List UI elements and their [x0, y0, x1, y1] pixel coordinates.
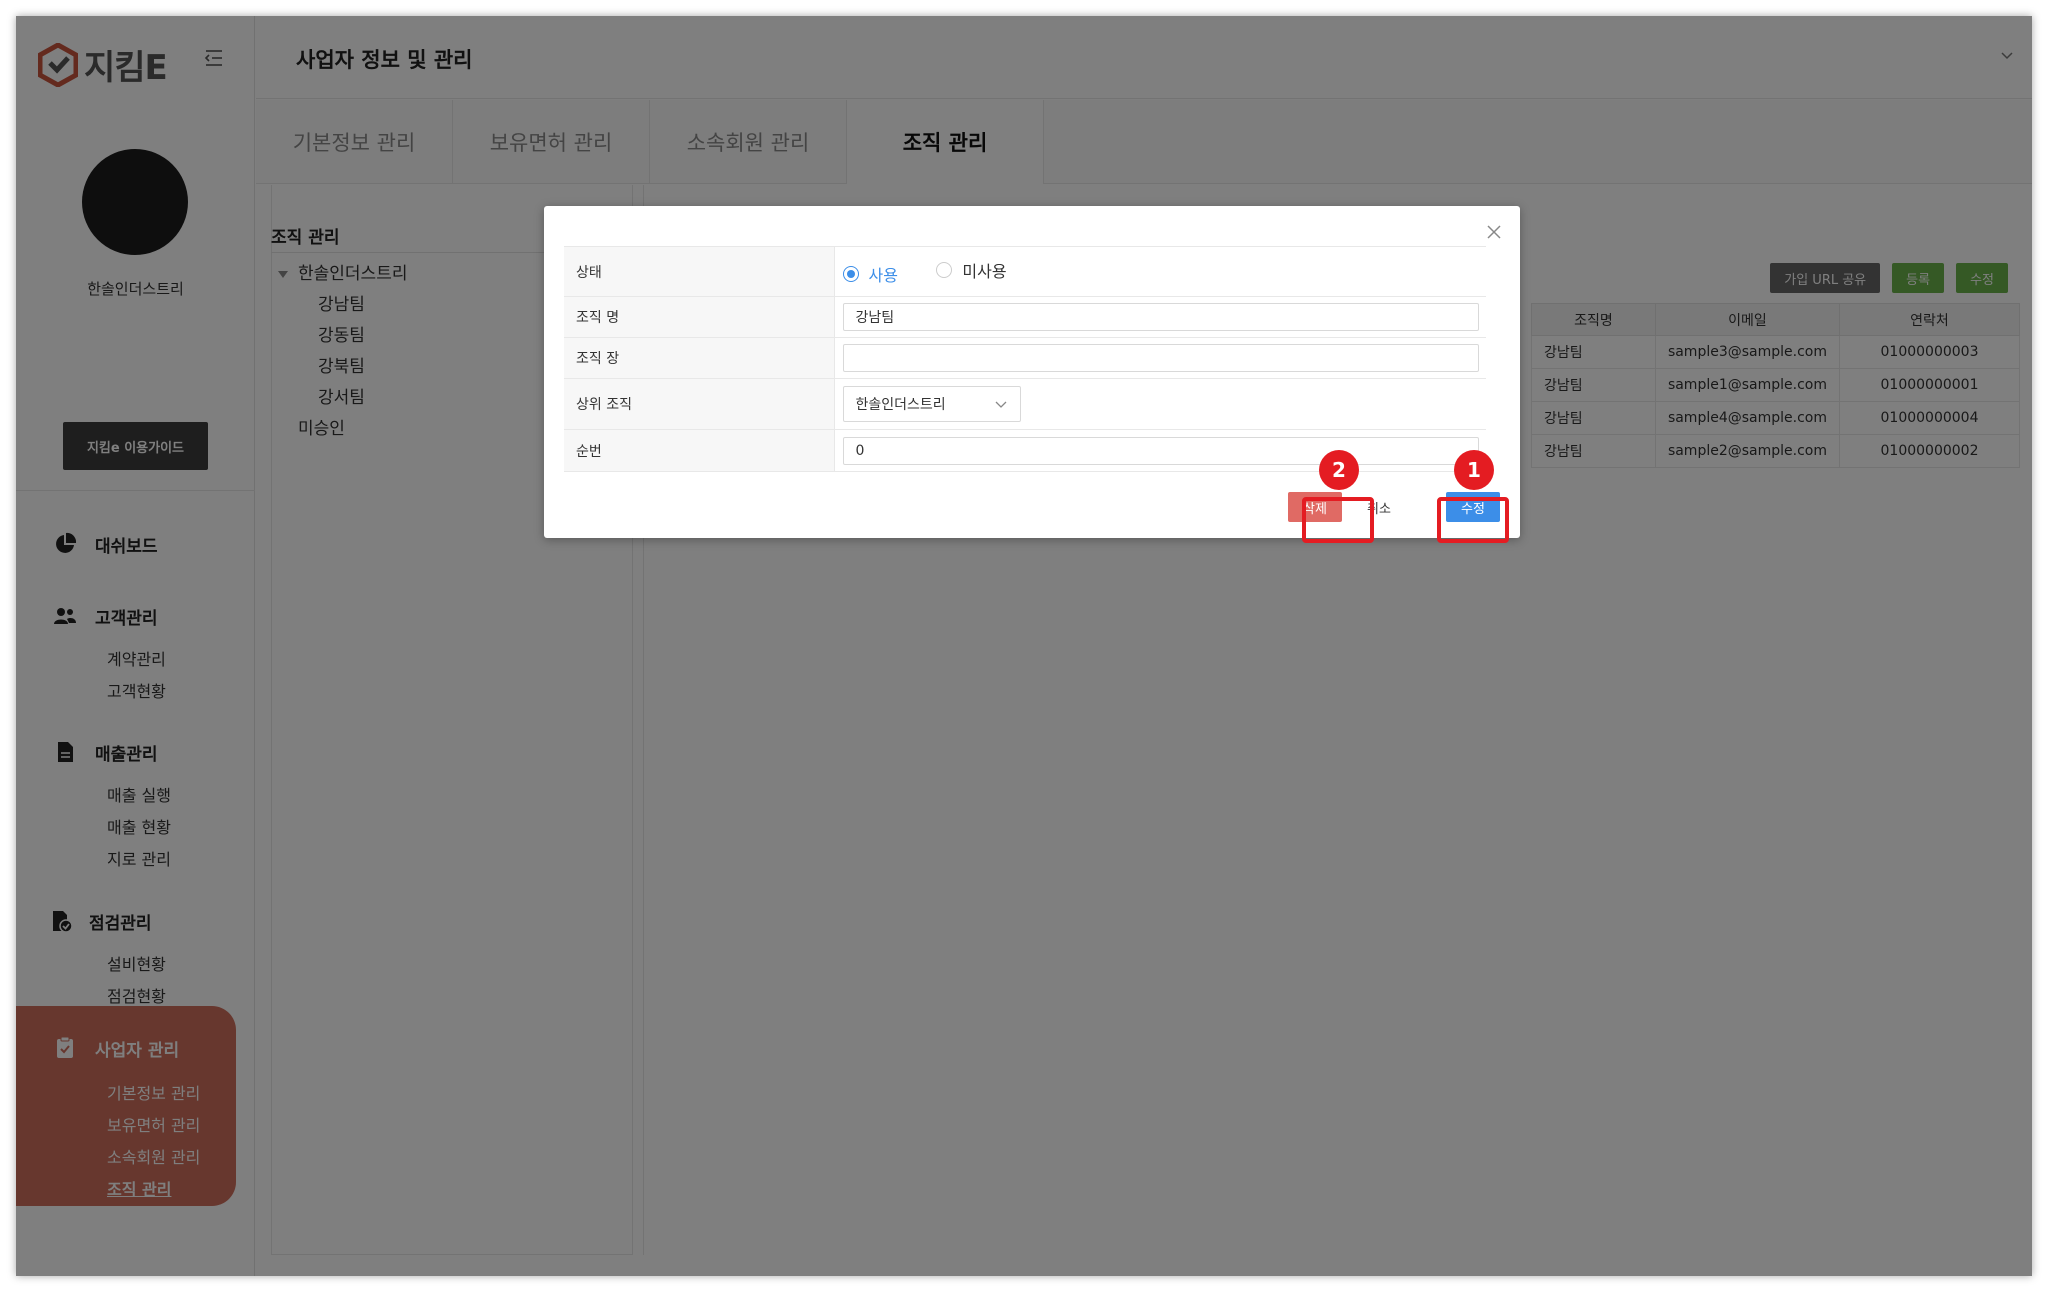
org-name-input[interactable] — [842, 303, 1479, 331]
step-badge-delete: 2 — [1319, 450, 1359, 490]
parent-org-select[interactable]: 한솔인더스트리 — [842, 386, 1021, 422]
modal-backdrop[interactable] — [16, 16, 2032, 1276]
order-input[interactable] — [842, 436, 1479, 465]
org-leader-input[interactable] — [842, 344, 1479, 372]
close-icon[interactable] — [1484, 222, 1504, 242]
parent-label: 상위 조직 — [564, 378, 835, 430]
chevron-down-icon — [995, 401, 1006, 408]
radio-unchecked-icon — [936, 261, 953, 278]
name-label: 조직 명 — [564, 296, 835, 338]
org-form: 상태 사용 미사용 조직 명 조직 장 — [564, 246, 1486, 472]
radio-checked-icon — [842, 265, 859, 282]
status-radio-inactive[interactable]: 미사용 — [936, 258, 1007, 282]
org-edit-modal: 상태 사용 미사용 조직 명 조직 장 — [544, 206, 1520, 543]
save-highlight-box — [1437, 497, 1509, 543]
status-radio-active[interactable]: 사용 — [842, 262, 898, 286]
leader-label: 조직 장 — [564, 337, 835, 379]
order-label: 순번 — [564, 429, 835, 472]
delete-highlight-box — [1302, 497, 1374, 543]
app-window: 지킴E 한솔인더스트리 지킴e 이용가이드 대쉬보드 — [16, 16, 2032, 1276]
status-field: 사용 미사용 — [834, 246, 1486, 297]
step-badge-save: 1 — [1454, 450, 1494, 490]
status-label: 상태 — [564, 246, 835, 297]
